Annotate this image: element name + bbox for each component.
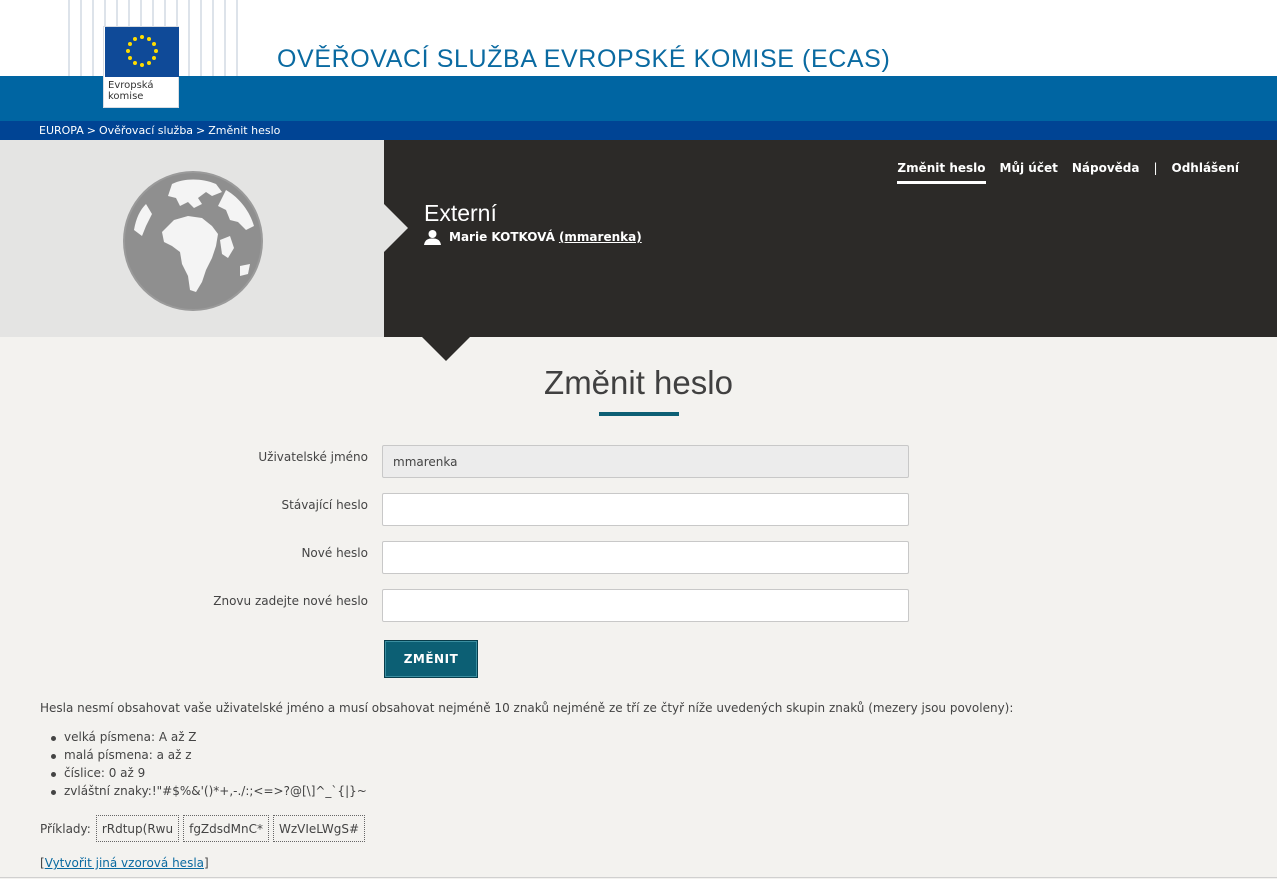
user-name: Marie KOTKOVÁ [449,230,555,244]
confirm-password-label: Znovu zadejte nové heslo [213,594,368,608]
title-underline [599,412,679,416]
examples-label: Příklady: [40,821,91,836]
european-commission-logo[interactable]: Evropská komise [103,26,179,108]
breadcrumb-item-current: Změnit heslo [208,124,281,137]
example-password: rRdtup(Rwu [95,815,180,842]
password-examples: Příklady: rRdtup(Rwu fgZdsdMnC* WzVIeLWg… [40,815,366,842]
nav-separator: | [1153,161,1158,175]
user-info: Marie KOTKOVÁ (mmarenka) [424,229,642,245]
nav-logout[interactable]: Odhlášení [1172,161,1239,175]
list-item: zvláštní znaky:!"#$%&'()*+,-./:;<=>?@[\]… [51,784,367,802]
eu-flag-icon [105,27,179,77]
username-label: Uživatelské jméno [258,450,368,464]
password-rules-list: velká písmena: A až Z malá písmena: a až… [51,730,367,802]
nav-help[interactable]: Nápověda [1072,161,1140,175]
breadcrumb-item-europa[interactable]: EUROPA [39,124,84,137]
generate-examples-link[interactable]: Vytvořit jiná vzorová hesla [45,856,204,870]
header-band [0,76,1277,121]
change-password-button[interactable]: ZMĚNIT [384,640,478,678]
username-field[interactable] [382,445,909,478]
confirm-password-field[interactable] [382,589,909,622]
nav-my-account[interactable]: Můj účet [1000,161,1058,175]
breadcrumb-item-auth-service[interactable]: Ověřovací služba [99,124,193,137]
new-password-field[interactable] [382,541,909,574]
top-nav: Změnit heslo Můj účet Nápověda | Odhláše… [883,161,1239,184]
list-item: malá písmena: a až z [51,748,367,766]
footer-divider [0,877,1277,878]
list-item: číslice: 0 až 9 [51,766,367,784]
page-title: Změnit heslo [544,364,733,401]
current-password-field[interactable] [382,493,909,526]
nav-change-password[interactable]: Změnit heslo [897,161,986,184]
breadcrumb-separator-icon: > [196,124,206,137]
hero-bottom-notch [422,337,470,361]
new-password-label: Nové heslo [301,546,368,560]
logo-text: Evropská komise [108,80,154,102]
site-title: OVĚŘOVACÍ SLUŽBA EVROPSKÉ KOMISE (ECAS) [277,45,891,73]
breadcrumb: EUROPA > Ověřovací služba > Změnit heslo [0,121,1277,140]
list-item: velká písmena: A až Z [51,730,367,748]
example-password: WzVIeLWgS# [272,815,366,842]
bracket-close: ] [204,856,209,870]
password-rules-intro: Hesla nesmí obsahovat vaše uživatelské j… [40,701,1014,715]
hero-notch [384,204,408,252]
generate-examples: [Vytvořit jiná vzorová hesla] [40,856,209,870]
hero-title: Externí [424,200,497,226]
user-icon [424,230,441,245]
example-password: fgZdsdMnC* [183,815,269,842]
globe-icon [122,170,264,312]
breadcrumb-separator-icon: > [86,124,96,137]
current-password-label: Stávající heslo [281,498,368,512]
user-login-link[interactable]: (mmarenka) [559,230,642,244]
